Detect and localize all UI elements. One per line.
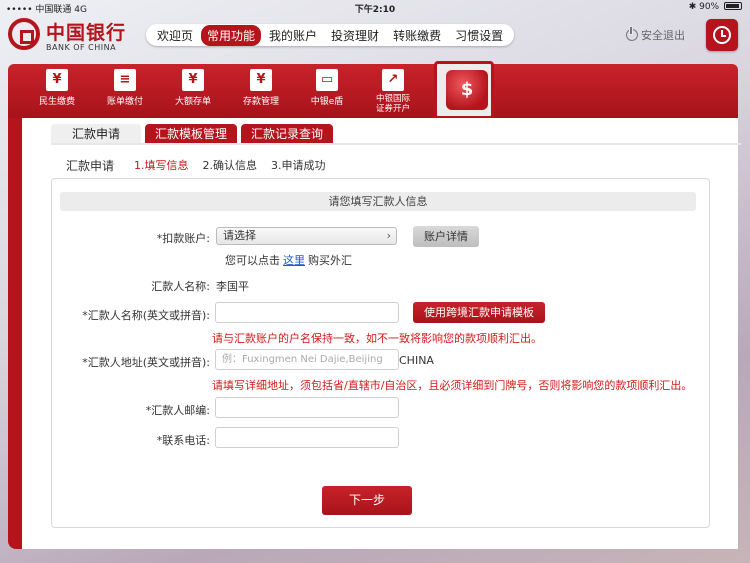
use-template-button[interactable]: 使用跨境汇款申请模板	[413, 302, 545, 323]
remitter-name-label: 汇款人名称:	[151, 280, 210, 293]
nav-my-accounts[interactable]: 我的账户	[263, 25, 323, 46]
bill-icon: ≡	[114, 69, 136, 91]
tool-e-token[interactable]: ▭ 中银e盾	[294, 64, 360, 118]
tab-divider	[51, 143, 741, 145]
zip-label: *汇款人邮编:	[145, 404, 210, 417]
power-icon	[626, 27, 638, 41]
tab-remittance-records[interactable]: 汇款记录查询	[241, 124, 334, 144]
address-input[interactable]	[215, 349, 399, 370]
bank-logo: 中国银行 BANK OF CHINA	[8, 18, 138, 58]
debit-account-label: *扣款账户:	[156, 232, 210, 245]
tool-cross-border-remittance[interactable]	[434, 61, 494, 119]
globe-currency-icon	[446, 70, 488, 110]
remittance-tabs: 汇款申请 汇款模板管理 汇款记录查询	[51, 124, 337, 144]
history-button[interactable]	[706, 19, 738, 51]
deposit-icon: ¥	[250, 69, 272, 91]
next-step-button[interactable]: 下一步	[322, 486, 412, 515]
buy-fx-link[interactable]: 这里	[283, 254, 305, 267]
step-confirm-info: 2.确认信息	[202, 159, 258, 172]
tool-deposit-management[interactable]: ¥ 存款管理	[228, 64, 294, 118]
remitter-name-en-label: *汇款人名称(英文或拼音):	[82, 309, 210, 322]
tab-remittance-application[interactable]: 汇款申请	[51, 124, 141, 144]
tool-bill-payment[interactable]: ≡ 账单缴付	[92, 64, 158, 118]
clock-icon	[713, 26, 731, 44]
zip-input[interactable]	[215, 397, 399, 418]
fx-purchase-hint: 您可以点击 这里 购买外汇	[225, 254, 352, 267]
phone-input[interactable]	[215, 427, 399, 448]
remitter-name-value: 李国平	[216, 280, 249, 293]
tool-large-deposit[interactable]: ¥ 大额存单	[160, 64, 226, 118]
battery-status: ✱ 90%	[689, 2, 742, 12]
nav-welcome[interactable]: 欢迎页	[151, 25, 199, 46]
tool-utility-payment[interactable]: ¥ 民生缴费	[24, 64, 90, 118]
tool-securities-account[interactable]: ↗ 中银国际证券开户	[360, 64, 426, 118]
nav-preferences[interactable]: 习惯设置	[449, 25, 509, 46]
certificate-icon: ¥	[182, 69, 204, 91]
bluetooth-icon: ✱	[688, 2, 697, 12]
step-indicator: 汇款申请 1.填写信息 2.确认信息 3.申请成功	[66, 157, 340, 174]
address-warning: 请填写详细地址，须包括省/直辖市/自治区，且必须详细到门牌号，否则将影响您的款项…	[212, 379, 693, 392]
function-toolbar: ¥ 民生缴费 ≡ 账单缴付 ¥ 大额存单 ¥ 存款管理 ▭ 中银e盾 ↗ 中银国…	[8, 61, 738, 119]
bank-logo-cn: 中国银行	[46, 22, 127, 44]
status-time: 下午2:10	[354, 5, 396, 15]
nav-investment[interactable]: 投资理财	[325, 25, 385, 46]
bank-logo-mark-icon	[8, 18, 40, 50]
usb-key-icon: ▭	[316, 69, 338, 91]
steps-title: 汇款申请	[66, 159, 115, 173]
house-yen-icon: ¥	[46, 69, 68, 91]
logout-button[interactable]: 安全退出	[626, 27, 685, 43]
account-detail-button[interactable]: 账户详情	[413, 226, 479, 247]
nav-transfer-payment[interactable]: 转账缴费	[387, 25, 447, 46]
form-heading: 请您填写汇款人信息	[60, 192, 696, 211]
chevron-right-icon: ›	[386, 229, 391, 242]
phone-label: *联系电话:	[156, 434, 210, 447]
tab-template-management[interactable]: 汇款模板管理	[145, 124, 238, 144]
address-label: *汇款人地址(英文或拼音):	[82, 356, 210, 369]
name-warning: 请与汇款账户的户名保持一致，如不一致将影响您的款项顺利汇出。	[212, 332, 542, 345]
status-bar: ••••• 中国联通 4G 下午2:10 ✱ 90%	[0, 0, 750, 16]
main-nav: 欢迎页 常用功能 我的账户 投资理财 转账缴费 习惯设置	[146, 24, 515, 46]
step-success: 3.申请成功	[271, 159, 326, 172]
remitter-name-en-input[interactable]	[215, 302, 399, 323]
nav-common-functions[interactable]: 常用功能	[201, 24, 262, 46]
address-country: CHINA	[399, 354, 434, 367]
chart-up-icon: ↗	[382, 69, 404, 91]
battery-icon	[724, 2, 742, 10]
bank-logo-en: BANK OF CHINA	[46, 43, 117, 52]
debit-account-select[interactable]: 请选择 ›	[216, 227, 397, 245]
step-fill-info: 1.填写信息	[134, 159, 189, 172]
